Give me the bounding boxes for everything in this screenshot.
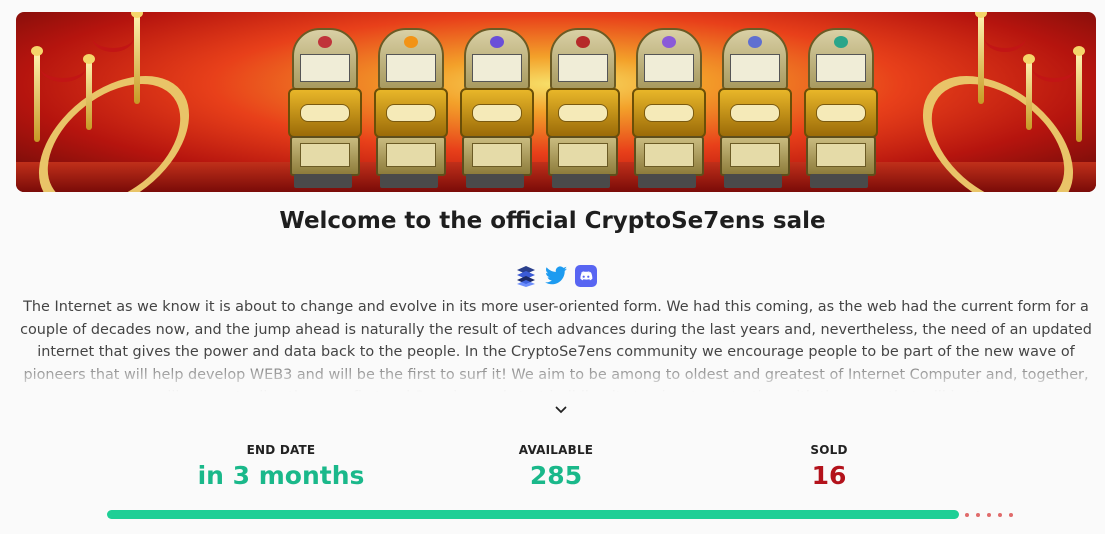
- rope: [40, 52, 86, 82]
- chevron-down-icon: [555, 399, 567, 418]
- slot-machine: [716, 20, 792, 192]
- banner-image: [16, 12, 1096, 192]
- available-label: AVAILABLE: [518, 443, 594, 457]
- sale-progress-bar: [107, 510, 1013, 519]
- end-date-value: in 3 months: [197, 461, 365, 490]
- rope: [92, 22, 134, 52]
- slot-machine: [544, 20, 620, 192]
- slot-machine: [630, 20, 706, 192]
- description-fade: [16, 354, 1096, 394]
- twitter-icon[interactable]: [543, 263, 569, 289]
- slot-machine: [458, 20, 534, 192]
- available-stat: AVAILABLE 285: [456, 443, 656, 490]
- slot-machine: [286, 20, 362, 192]
- sold-stat: SOLD 16: [729, 443, 929, 490]
- progress-fill: [107, 510, 959, 519]
- sold-value: 16: [811, 461, 847, 490]
- slot-machines: [286, 20, 878, 192]
- rope: [984, 22, 1026, 52]
- rope-post: [1073, 46, 1085, 142]
- sale-page: Welcome to the official CryptoSe7ens sal…: [0, 0, 1105, 534]
- expand-description-button[interactable]: [553, 400, 569, 416]
- sold-label: SOLD: [810, 443, 848, 457]
- social-links: [513, 263, 599, 289]
- description: The Internet as we know it is about to c…: [16, 296, 1096, 394]
- end-date-stat: END DATE in 3 months: [181, 443, 381, 490]
- page-title: Welcome to the official CryptoSe7ens sal…: [279, 208, 826, 234]
- discord-icon[interactable]: [573, 263, 599, 289]
- available-value: 285: [529, 461, 583, 490]
- end-date-label: END DATE: [246, 443, 316, 457]
- rope: [1032, 52, 1076, 82]
- progress-remaining: [965, 513, 1013, 517]
- rope-post: [131, 12, 143, 104]
- rope-post: [83, 54, 95, 130]
- stack-logo-icon[interactable]: [513, 263, 539, 289]
- slot-machine: [372, 20, 448, 192]
- rope-post: [1023, 54, 1035, 130]
- slot-machine: [802, 20, 878, 192]
